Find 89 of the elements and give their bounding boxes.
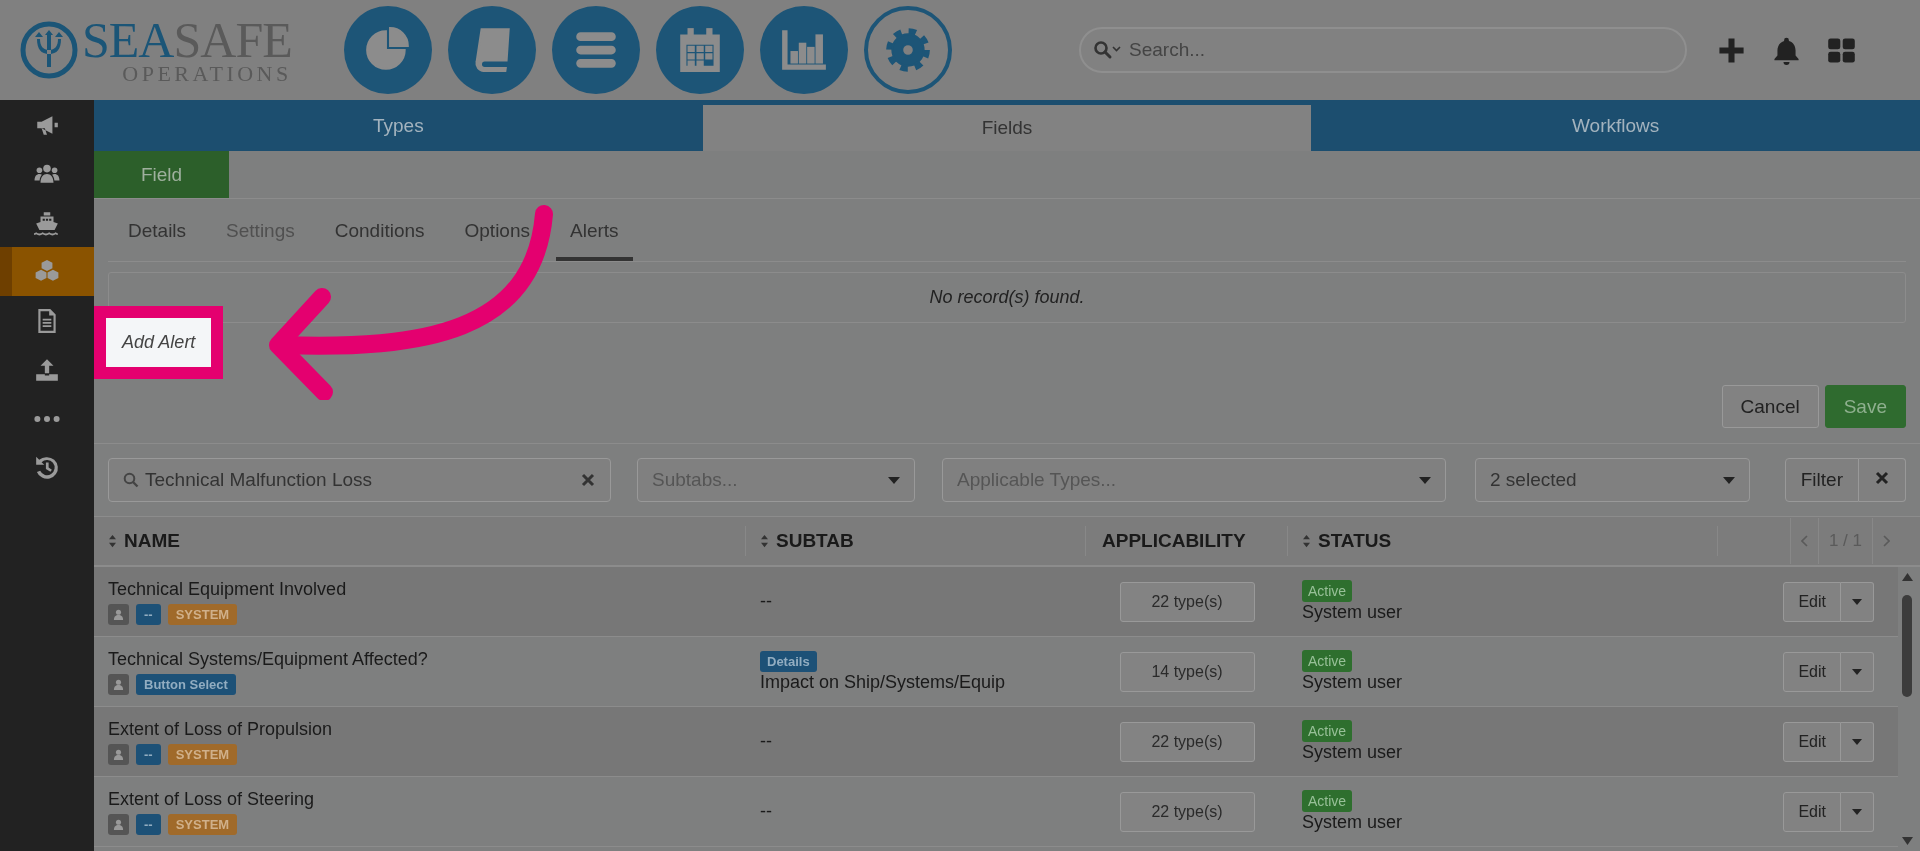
types-button[interactable]: 22 type(s) — [1119, 791, 1255, 832]
nav-button[interactable] — [864, 6, 952, 94]
edit-button[interactable]: Edit — [1783, 721, 1841, 762]
table-cell-text: Technical Equipment Involved — [108, 578, 348, 600]
status-badge: Active — [1302, 720, 1353, 742]
user-icon — [108, 743, 129, 765]
subtab-tag: Details — [760, 650, 817, 672]
subtab[interactable]: Options — [450, 199, 544, 261]
type-tag: Button Select — [136, 673, 236, 695]
clear-button[interactable] — [1859, 458, 1906, 502]
dropdown-button[interactable] — [1841, 791, 1874, 832]
dots-icon — [34, 415, 60, 422]
scroll-up-icon[interactable] — [1902, 573, 1913, 581]
status-badge: Active — [1302, 650, 1353, 672]
search-field[interactable]: Technical Malfunction Loss — [108, 458, 611, 502]
filter-button[interactable]: Filter — [1784, 458, 1859, 502]
type-tag: -- — [136, 603, 161, 625]
status-badge: Active — [1302, 580, 1353, 602]
table-cell-text: System user — [1302, 672, 1404, 693]
table-cell-text: -- — [760, 731, 773, 752]
edit-button[interactable]: Edit — [1783, 651, 1841, 692]
caret-icon — [1852, 738, 1862, 745]
save-button[interactable]: Save — [1824, 385, 1906, 428]
clear-icon[interactable] — [580, 472, 596, 488]
grid-icon[interactable] — [1827, 35, 1856, 65]
caret-icon — [1852, 808, 1862, 815]
column-header[interactable]: NAME — [124, 530, 180, 552]
ship-icon — [34, 209, 60, 236]
plus-icon[interactable] — [1717, 35, 1746, 65]
types-button[interactable]: 22 type(s) — [1119, 721, 1255, 762]
dropdown-button[interactable] — [1841, 581, 1874, 622]
search-field[interactable]: Search... — [1079, 27, 1687, 73]
bell-icon[interactable] — [1772, 35, 1801, 65]
search-icon — [123, 472, 139, 488]
table-cell-text: Impact on Ship/Systems/Equip — [760, 671, 1007, 693]
caret-icon — [1723, 476, 1735, 484]
chevron-right-icon — [1883, 535, 1890, 547]
caret-icon — [1852, 668, 1862, 675]
system-tag: SYSTEM — [167, 603, 238, 625]
close-icon — [1874, 470, 1890, 486]
sort-icon[interactable] — [1302, 534, 1311, 548]
dropdown-button[interactable] — [1841, 651, 1874, 692]
types-button[interactable]: 14 type(s) — [1119, 651, 1255, 692]
type-tag: -- — [136, 813, 161, 835]
search-icon — [1093, 40, 1123, 60]
dropdown-button[interactable] — [1841, 721, 1874, 762]
user-icon — [108, 813, 129, 835]
table-cell-text: Extent of Loss of Steering — [108, 788, 316, 810]
table-cell-text: System user — [1302, 812, 1404, 833]
caret-icon — [1419, 476, 1431, 484]
type-tag: -- — [136, 743, 161, 765]
gear-icon — [883, 25, 933, 75]
column-header[interactable]: APPLICABILITY — [1102, 530, 1246, 552]
system-tag: SYSTEM — [167, 743, 238, 765]
cancel-button[interactable]: Cancel — [1721, 385, 1819, 428]
table-cell-text: Technical Systems/Equipment Affected? — [108, 648, 429, 670]
dropdown[interactable]: 2 selected — [1475, 458, 1750, 502]
sort-icon[interactable] — [108, 534, 117, 548]
caret-icon — [1852, 598, 1862, 605]
table-cell-text: System user — [1302, 742, 1404, 763]
scroll-thumb[interactable] — [1902, 595, 1912, 697]
column-header[interactable]: SUBTAB — [776, 530, 854, 552]
add-alert-button[interactable]: Add Alert — [106, 318, 211, 367]
subtab[interactable]: Conditions — [320, 199, 439, 261]
column-header[interactable]: STATUS — [1318, 530, 1392, 552]
subtab[interactable]: Details — [114, 199, 201, 261]
empty-message: No record(s) found. — [108, 272, 1906, 323]
section-tab[interactable]: Field — [94, 151, 229, 198]
history-icon — [34, 454, 60, 481]
logo-text: SEA — [82, 12, 174, 68]
edit-button[interactable]: Edit — [1783, 581, 1841, 622]
edit-button[interactable]: Edit — [1783, 791, 1841, 832]
table-cell-text: Extent of Loss of Propulsion — [108, 718, 334, 740]
sort-icon[interactable] — [760, 534, 769, 548]
user-icon — [108, 673, 129, 695]
table-cell-text: System user — [1302, 602, 1404, 623]
status-badge: Active — [1302, 790, 1353, 812]
system-tag: SYSTEM — [167, 813, 238, 835]
types-button[interactable]: 22 type(s) — [1119, 581, 1255, 622]
caret-icon — [888, 476, 900, 484]
scroll-down-icon[interactable] — [1902, 837, 1913, 845]
sidebar-item[interactable] — [0, 247, 94, 296]
trident-logo-icon — [20, 21, 78, 79]
chevron-left-icon — [1800, 535, 1808, 547]
table-cell-text: -- — [760, 591, 773, 612]
subtab[interactable]: Alerts — [556, 199, 633, 261]
user-icon — [108, 603, 129, 625]
tab[interactable]: Fields — [702, 105, 1312, 151]
table-cell-text: -- — [760, 801, 773, 822]
